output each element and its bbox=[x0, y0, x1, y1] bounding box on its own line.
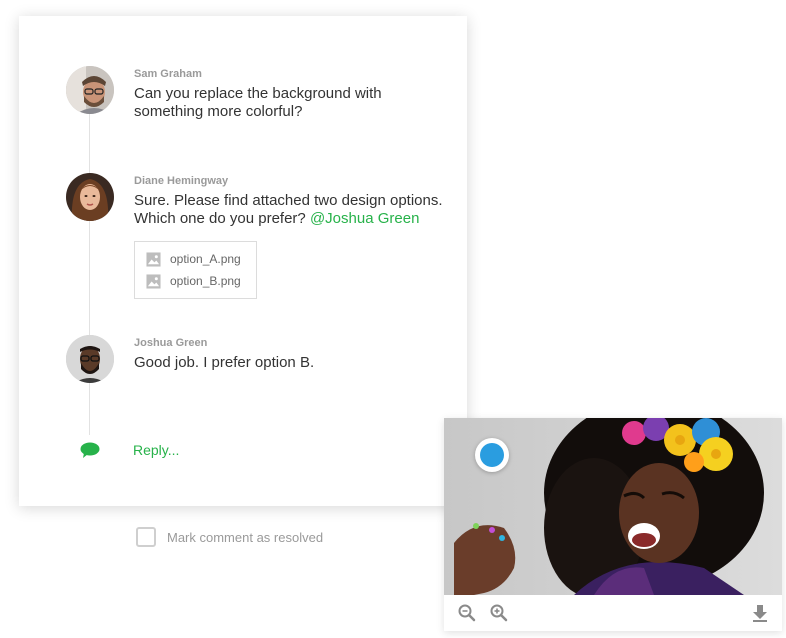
attachment-item[interactable]: option_A.png bbox=[146, 248, 246, 270]
attachment-list: option_A.png option_B.png bbox=[134, 241, 257, 299]
avatar[interactable] bbox=[66, 173, 114, 221]
reply-action[interactable]: Reply... bbox=[80, 442, 179, 458]
comment-body: Joshua Green Good job. I prefer option B… bbox=[134, 335, 444, 372]
attachment-item[interactable]: option_B.png bbox=[146, 270, 246, 292]
comment-author: Sam Graham bbox=[134, 68, 202, 80]
comment-text-line: Which one do you prefer? @Joshua Green bbox=[134, 210, 444, 228]
avatar-woman-icon bbox=[66, 173, 114, 221]
comment-text-line: Sure. Please find attached two design op… bbox=[134, 192, 443, 209]
avatar-man-glasses-beard-icon bbox=[66, 335, 114, 383]
resolve-toggle[interactable]: Mark comment as resolved bbox=[136, 527, 323, 547]
image-file-icon bbox=[146, 251, 161, 267]
download-icon[interactable] bbox=[750, 603, 770, 623]
avatar-man-beard-glasses-icon bbox=[66, 66, 114, 114]
comment-text-line: something more colorful? bbox=[134, 103, 303, 120]
mention-link[interactable]: @Joshua Green bbox=[310, 210, 419, 227]
comment-body: Sam Graham Can you replace the backgroun… bbox=[134, 66, 444, 121]
comment-text-line: Can you replace the background with bbox=[134, 85, 382, 102]
zoom-out-icon[interactable] bbox=[457, 603, 477, 623]
image-file-icon bbox=[146, 273, 161, 289]
comment-author: Joshua Green bbox=[134, 337, 208, 349]
avatar[interactable] bbox=[66, 66, 114, 114]
image-toolbar bbox=[444, 595, 782, 631]
resolve-label: Mark comment as resolved bbox=[167, 529, 324, 545]
reply-button[interactable]: Reply... bbox=[133, 442, 179, 458]
comment-body: Diane Hemingway Sure. Please find attach… bbox=[134, 173, 444, 299]
comment-text-segment: Which one do you prefer? bbox=[134, 210, 306, 227]
comment-text: Can you replace the background with some… bbox=[134, 85, 444, 121]
comment-card: Sam Graham Can you replace the backgroun… bbox=[19, 16, 467, 506]
zoom-in-icon[interactable] bbox=[489, 603, 509, 623]
comment-text: Sure. Please find attached two design op… bbox=[134, 192, 444, 228]
chat-bubble-icon bbox=[80, 442, 100, 458]
attachment-name: option_A.png bbox=[170, 252, 241, 266]
comment-text: Good job. I prefer option B. bbox=[134, 354, 315, 371]
comment-author: Diane Hemingway bbox=[134, 175, 229, 187]
avatar[interactable] bbox=[66, 335, 114, 383]
annotation-marker[interactable] bbox=[475, 438, 509, 472]
resolve-checkbox[interactable] bbox=[136, 527, 156, 547]
annotation-marker-dot bbox=[480, 443, 504, 467]
thread-line bbox=[89, 110, 90, 435]
attachment-name: option_B.png bbox=[170, 274, 241, 288]
